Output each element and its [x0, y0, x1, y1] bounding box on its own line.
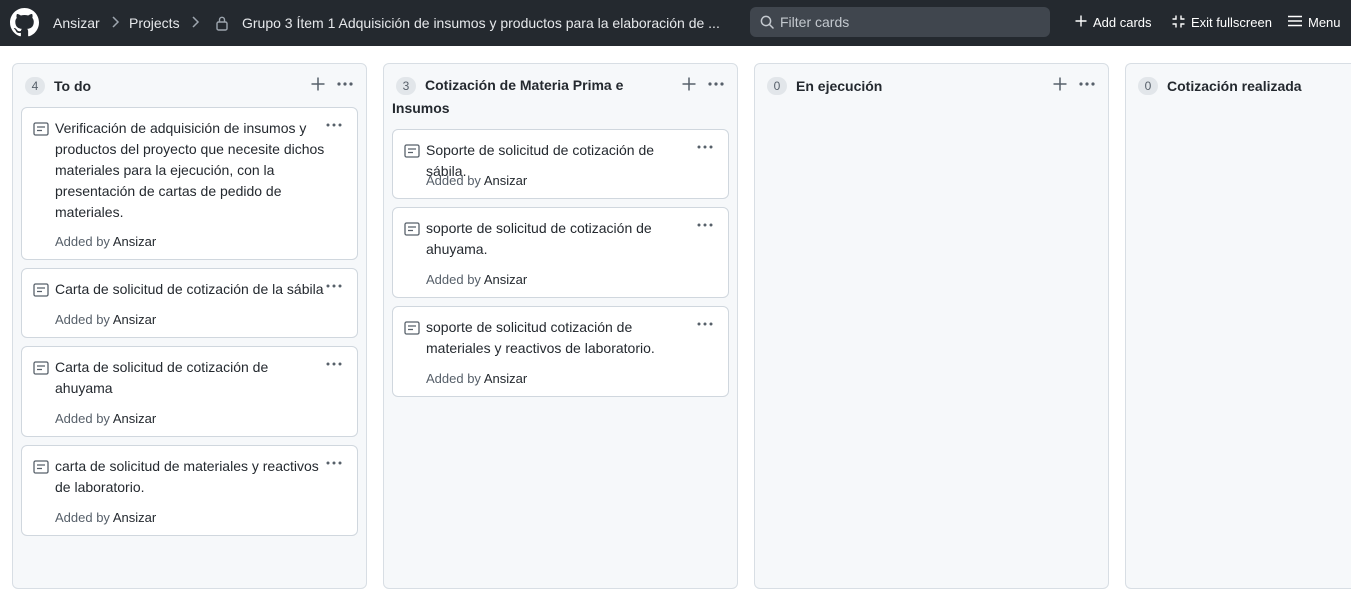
card-meta: Added by Ansizar [55, 410, 156, 428]
note-icon [404, 222, 420, 236]
card-menu-kebab-icon[interactable] [696, 220, 714, 230]
note-icon [404, 144, 420, 158]
filter-cards-search[interactable] [750, 7, 1050, 37]
card[interactable]: soporte de solicitud cotización de mater… [392, 306, 729, 397]
card-menu-kebab-icon[interactable] [325, 120, 343, 130]
card-note-text: Carta de solicitud de cotización de la s… [55, 281, 324, 297]
card-meta: Added by Ansizar [426, 271, 527, 289]
column-title[interactable]: En ejecución [796, 76, 882, 97]
column-card-count: 0 [1138, 77, 1158, 95]
plus-icon [1075, 15, 1087, 27]
card-menu-kebab-icon[interactable] [696, 319, 714, 329]
card[interactable]: carta de solicitud de materiales y react… [21, 445, 358, 536]
card-menu-kebab-icon[interactable] [696, 142, 714, 152]
column-menu-kebab-icon[interactable] [1078, 76, 1096, 92]
breadcrumb-owner[interactable]: Ansizar [53, 14, 100, 32]
column-card-count: 4 [25, 77, 45, 95]
note-icon [33, 283, 49, 297]
column-title[interactable]: Cotización realizada [1167, 76, 1302, 97]
chevron-right-icon [112, 16, 120, 28]
card[interactable]: soporte de solicitud de cotización de ah… [392, 207, 729, 298]
added-by-label: Added by [426, 371, 481, 386]
card-note-text: Verificación de adquisición de insumos y… [55, 120, 325, 220]
added-by-label: Added by [55, 234, 110, 249]
column-to-do: 4 To do Verificación de adquisición de i… [12, 63, 367, 589]
card-note-text: Carta de solicitud de cotización de ahuy… [55, 359, 269, 396]
card[interactable]: Soporte de solicitud de cotización de sá… [392, 129, 729, 199]
card[interactable]: Carta de solicitud de cotización de ahuy… [21, 346, 358, 437]
card-author-link[interactable]: Ansizar [113, 312, 156, 327]
added-by-label: Added by [426, 272, 481, 287]
card-note-text: soporte de solicitud cotización de mater… [426, 319, 655, 356]
add-card-plus-icon[interactable] [681, 76, 697, 92]
added-by-label: Added by [426, 173, 481, 188]
column-menu-kebab-icon[interactable] [336, 76, 354, 92]
column-title[interactable]: To do [54, 76, 91, 97]
card-note-text: soporte de solicitud de cotización de ah… [426, 220, 652, 257]
card-author-link[interactable]: Ansizar [113, 234, 156, 249]
add-cards-label: Add cards [1093, 15, 1152, 30]
added-by-label: Added by [55, 411, 110, 426]
add-cards-button[interactable]: Add cards [1075, 14, 1152, 32]
card-meta: Added by Ansizar [55, 311, 156, 329]
added-by-label: Added by [55, 312, 110, 327]
column-title[interactable]: Cotización de Materia Prima e Insumos [392, 74, 662, 120]
card-author-link[interactable]: Ansizar [484, 272, 527, 287]
add-card-plus-icon[interactable] [310, 76, 326, 92]
github-logo[interactable] [10, 8, 39, 37]
minimize-icon [1172, 15, 1185, 28]
card-menu-kebab-icon[interactable] [325, 458, 343, 468]
column-card-count: 0 [767, 77, 787, 95]
card-meta: Added by Ansizar [55, 233, 156, 251]
note-icon [33, 122, 49, 136]
add-card-plus-icon[interactable] [1052, 76, 1068, 92]
filter-cards-input[interactable] [780, 7, 1040, 37]
exit-fullscreen-label: Exit fullscreen [1191, 15, 1272, 30]
card-menu-kebab-icon[interactable] [325, 281, 343, 291]
exit-fullscreen-button[interactable]: Exit fullscreen [1172, 14, 1272, 32]
card-meta: Added by Ansizar [426, 370, 527, 388]
card-author-link[interactable]: Ansizar [113, 510, 156, 525]
hamburger-icon [1288, 15, 1302, 27]
column-cotizacion-realizada: 0 Cotización realizada [1125, 63, 1351, 589]
card-author-link[interactable]: Ansizar [113, 411, 156, 426]
card-meta: Added by Ansizar [55, 509, 156, 527]
search-icon [760, 15, 774, 29]
added-by-label: Added by [55, 510, 110, 525]
card-note-text: carta de solicitud de materiales y react… [55, 458, 319, 495]
menu-button[interactable]: Menu [1288, 14, 1341, 32]
menu-label: Menu [1308, 15, 1341, 30]
card[interactable]: Verificación de adquisición de insumos y… [21, 107, 358, 260]
breadcrumb-projects[interactable]: Projects [129, 14, 180, 32]
top-bar: Ansizar Projects Grupo 3 Ítem 1 Adquisic… [0, 0, 1351, 46]
card-meta: Added by Ansizar [426, 172, 527, 190]
card[interactable]: Carta de solicitud de cotización de la s… [21, 268, 358, 338]
column-cotizacion-materia-prima: 3 Cotización de Materia Prima e Insumos … [383, 63, 738, 589]
column-menu-kebab-icon[interactable] [707, 76, 725, 92]
project-title[interactable]: Grupo 3 Ítem 1 Adquisición de insumos y … [242, 14, 720, 32]
note-icon [404, 321, 420, 335]
lock-icon [216, 16, 228, 31]
card-menu-kebab-icon[interactable] [325, 359, 343, 369]
column-en-ejecucion: 0 En ejecución [754, 63, 1109, 589]
card-author-link[interactable]: Ansizar [484, 173, 527, 188]
note-icon [33, 460, 49, 474]
chevron-right-icon [192, 16, 200, 28]
note-icon [33, 361, 49, 375]
card-author-link[interactable]: Ansizar [484, 371, 527, 386]
